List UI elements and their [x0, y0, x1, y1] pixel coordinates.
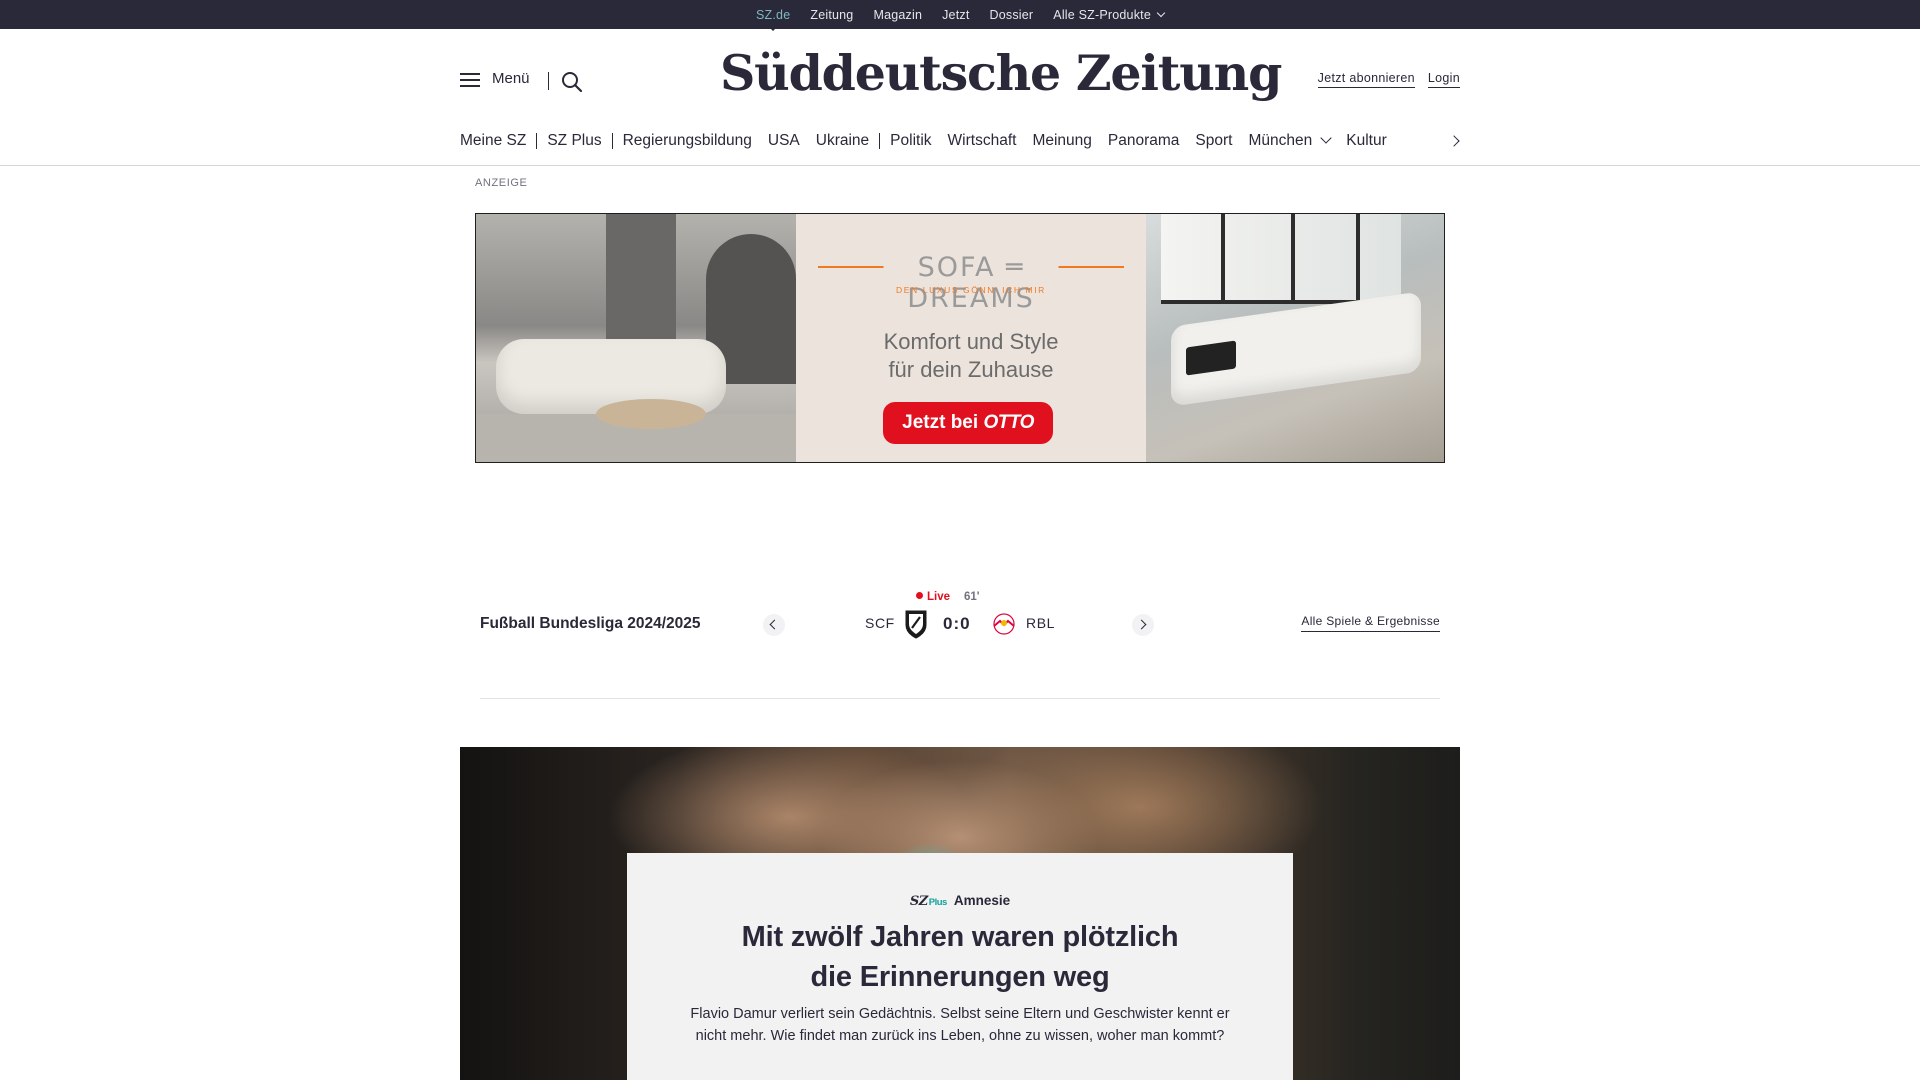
nav-item-regierungsbildung[interactable]: Regierungsbildung	[623, 132, 752, 150]
nav-scroll-right-icon[interactable]	[1449, 134, 1461, 148]
nav-item-muenchen[interactable]: München	[1248, 132, 1332, 150]
top-bar-nav: SZ.de Zeitung Magazin Jetzt Dossier Alle…	[0, 0, 1920, 31]
away-team[interactable]: RBL	[1026, 615, 1055, 631]
nav-item-wirtschaft[interactable]: Wirtschaft	[948, 132, 1017, 150]
lead-article-teaser[interactable]: SZPlus Amnesie Mit zwölf Jahren waren plö…	[460, 747, 1460, 1080]
topbar-item-jetzt[interactable]: Jetzt	[942, 8, 969, 22]
nav-separator	[879, 133, 881, 149]
ad-copy-line2: für dein Zuhause	[888, 357, 1054, 382]
nav-item-panorama[interactable]: Panorama	[1108, 132, 1180, 150]
login-link[interactable]: Login	[1427, 71, 1460, 88]
chevron-down-icon	[1156, 8, 1166, 17]
bundesliga-score-widget: Fußball Bundesliga 2024/2025 Live 61' SC…	[480, 585, 1440, 665]
all-games-link[interactable]: Alle Spiele & Ergebnisse	[1301, 614, 1440, 632]
search-button[interactable]	[561, 71, 583, 93]
teaser-headline[interactable]: Mit zwölf Jahren waren plötzlich die Eri…	[667, 917, 1253, 997]
nav-item-kultur[interactable]: Kultur	[1346, 132, 1387, 150]
subscribe-link[interactable]: Jetzt abonnieren	[1317, 71, 1415, 88]
header-divider	[548, 72, 549, 90]
ad-image-living-room	[476, 214, 796, 462]
nav-item-usa[interactable]: USA	[768, 132, 800, 150]
ad-label: ANZEIGE	[475, 177, 528, 189]
menu-button[interactable]: Menü	[460, 70, 530, 87]
match-score[interactable]: 0:0	[943, 614, 971, 634]
match-minute: 61'	[964, 591, 980, 603]
scf-crest-icon	[905, 610, 927, 639]
sz-plus-badge-sz: SZ	[909, 894, 928, 909]
ad-image-sofa	[1146, 214, 1444, 462]
teaser-headline-line2: die Erinnerungen weg	[810, 961, 1110, 993]
nav-divider	[0, 165, 1920, 166]
sz-plus-badge-plus: Plus	[928, 897, 948, 908]
ad-cta-brand: OTTO	[983, 412, 1034, 433]
rbl-crest-icon	[993, 613, 1015, 635]
next-match-button[interactable]	[1132, 614, 1154, 636]
league-title: Fußball Bundesliga 2024/2025	[480, 615, 701, 632]
topbar-item-zeitung[interactable]: Zeitung	[810, 8, 853, 22]
site-logo[interactable]: Süddeutsche Zeitung	[720, 44, 1282, 102]
ad-tagline: DEN LUXUS GÖNN' ICH MIR	[896, 285, 1046, 295]
nav-item-ukraine[interactable]: Ukraine	[816, 132, 869, 150]
top-bar: SZ.de Zeitung Magazin Jetzt Dossier Alle…	[0, 0, 1920, 31]
topbar-item-alle-produkte-label: Alle SZ-Produkte	[1053, 7, 1151, 22]
ad-copy-line1: Komfort und Style	[883, 329, 1059, 354]
home-team[interactable]: SCF	[865, 615, 895, 631]
chevron-down-icon	[1320, 132, 1332, 144]
nav-item-sport[interactable]: Sport	[1195, 132, 1232, 150]
ad-cta-prefix: Jetzt bei	[902, 412, 984, 433]
previous-match-button[interactable]	[763, 614, 785, 636]
live-dot-icon	[916, 592, 923, 599]
menu-label: Menü	[492, 70, 530, 87]
search-icon	[562, 72, 583, 93]
nav-separator	[536, 133, 538, 149]
score-divider	[480, 698, 1440, 699]
sz-plus-badge: SZPlus	[910, 894, 954, 909]
header-links: Jetzt abonnieren Login	[1317, 71, 1460, 88]
topbar-item-magazin[interactable]: Magazin	[873, 8, 922, 22]
main-nav: Meine SZ SZ Plus Regierungsbildung USA U…	[460, 129, 1403, 153]
topbar-item-szde[interactable]: SZ.de	[756, 8, 790, 31]
ad-cta-button[interactable]: Jetzt bei OTTO	[883, 402, 1053, 444]
ad-banner[interactable]: SOFA ═ DREAMS DEN LUXUS GÖNN' ICH MIR Ko…	[475, 213, 1445, 463]
live-label: Live	[927, 591, 951, 603]
nav-item-meine-sz[interactable]: Meine SZ	[460, 132, 526, 150]
teaser-headline-line1: Mit zwölf Jahren waren plötzlich	[741, 921, 1179, 953]
teaser-card[interactable]: SZPlus Amnesie Mit zwölf Jahren waren plö…	[627, 853, 1293, 1080]
nav-item-sz-plus[interactable]: SZ Plus	[547, 132, 601, 150]
teaser-kicker-label: Amnesie	[953, 893, 1011, 908]
hamburger-icon	[460, 71, 480, 87]
nav-item-politik[interactable]: Politik	[890, 132, 931, 150]
teaser-kicker: SZPlus Amnesie	[627, 893, 1293, 909]
teaser-text: Flavio Damur verliert sein Gedächtnis. S…	[690, 1006, 1230, 1044]
nav-separator	[611, 133, 613, 149]
topbar-item-dossier[interactable]: Dossier	[990, 8, 1034, 22]
live-indicator: Live	[916, 591, 950, 603]
nav-item-muenchen-label: München	[1248, 132, 1313, 149]
nav-item-meinung[interactable]: Meinung	[1032, 132, 1091, 150]
ad-copy: Komfort und Style für dein Zuhause	[796, 328, 1146, 384]
ad-brand: SOFA ═ DREAMS	[883, 252, 1059, 314]
topbar-item-alle-produkte[interactable]: Alle SZ-Produkte	[1053, 7, 1166, 22]
ad-copy-panel: SOFA ═ DREAMS DEN LUXUS GÖNN' ICH MIR Ko…	[796, 214, 1146, 462]
